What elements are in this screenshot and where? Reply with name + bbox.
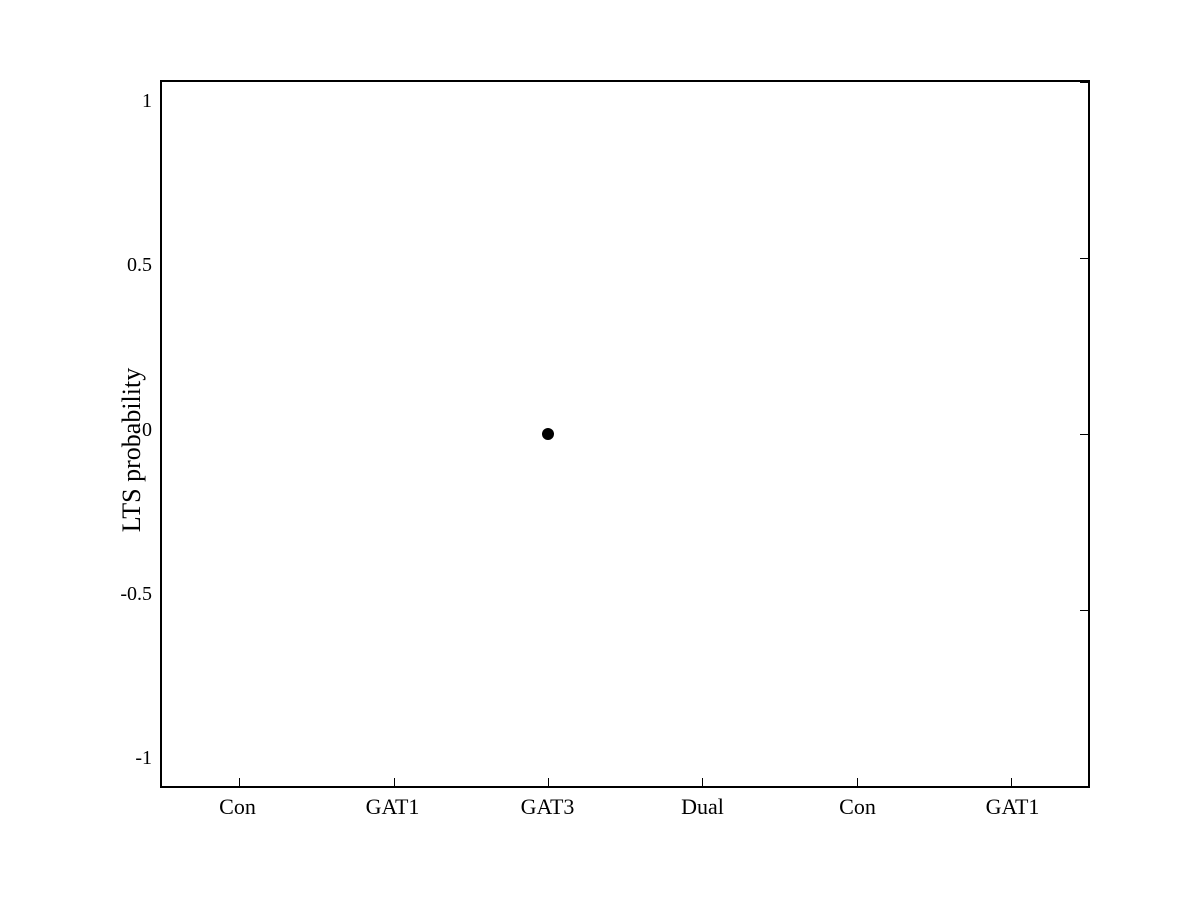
y-tick-n05: -0.5 (120, 583, 152, 606)
y-tick-line-75 (1080, 610, 1088, 611)
y-tick-line-bottom (1080, 786, 1088, 787)
x-tick-gat1-2: GAT1 (943, 794, 1083, 820)
x-tick-con1: Con (168, 794, 308, 820)
x-tick-con2: Con (788, 794, 928, 820)
plot-right: Con GAT1 GAT3 Dual Con GAT1 (160, 80, 1090, 820)
x-tick-gat1-1: GAT1 (323, 794, 463, 820)
y-tick-line-50 (1080, 434, 1088, 435)
y-tick-1: 1 (142, 90, 152, 113)
x-tick-line-4 (702, 778, 703, 786)
x-tick-gat3: GAT3 (478, 794, 618, 820)
x-axis: Con GAT1 GAT3 Dual Con GAT1 (160, 788, 1090, 820)
chart-container: LTS probability 1 0.5 0 -0.5 -1 (50, 40, 1150, 860)
y-tick-line-top (1080, 82, 1088, 83)
x-tick-dual: Dual (633, 794, 773, 820)
x-tick-line-3 (548, 778, 549, 786)
x-tick-line-2 (394, 778, 395, 786)
plot-with-axes: 1 0.5 0 -0.5 -1 (110, 80, 1090, 820)
plot-box (160, 80, 1090, 788)
x-tick-line-6 (1011, 778, 1012, 786)
x-tick-line-5 (857, 778, 858, 786)
y-tick-n1: -1 (135, 747, 152, 770)
y-tick-05: 0.5 (127, 254, 152, 277)
y-tick-line-25 (1080, 258, 1088, 259)
data-point-gat3 (542, 428, 554, 440)
chart-area: LTS probability 1 0.5 0 -0.5 -1 (110, 80, 1090, 820)
y-axis-label: LTS probability (117, 368, 147, 532)
x-tick-line-1 (239, 778, 240, 786)
